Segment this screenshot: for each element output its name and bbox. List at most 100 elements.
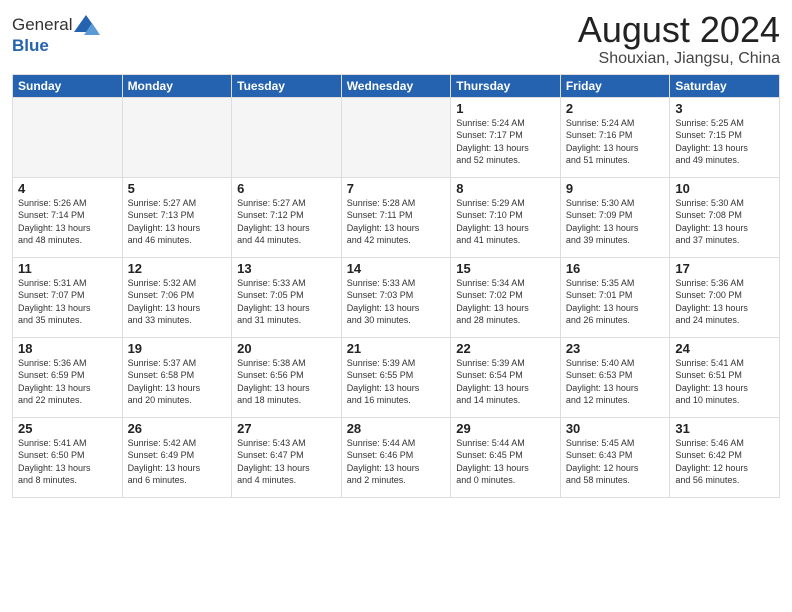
day-number: 11: [18, 261, 117, 276]
day-info: Sunrise: 5:44 AM Sunset: 6:46 PM Dayligh…: [347, 438, 420, 486]
day-number: 15: [456, 261, 555, 276]
day-info: Sunrise: 5:35 AM Sunset: 7:01 PM Dayligh…: [566, 278, 639, 326]
calendar-cell: 24 Sunrise: 5:41 AM Sunset: 6:51 PM Dayli…: [670, 337, 780, 417]
day-info: Sunrise: 5:44 AM Sunset: 6:45 PM Dayligh…: [456, 438, 529, 486]
day-info: Sunrise: 5:43 AM Sunset: 6:47 PM Dayligh…: [237, 438, 310, 486]
calendar-cell: [341, 97, 451, 177]
weekday-header-saturday: Saturday: [670, 74, 780, 97]
month-year: August 2024: [578, 10, 780, 50]
day-info: Sunrise: 5:28 AM Sunset: 7:11 PM Dayligh…: [347, 198, 420, 246]
weekday-header-sunday: Sunday: [13, 74, 123, 97]
calendar-cell: 19Sunrise: 5:37 AM Sunset: 6:58 PM Dayli…: [122, 337, 232, 417]
weekday-header-friday: Friday: [560, 74, 670, 97]
calendar-cell: 26 Sunrise: 5:42 AM Sunset: 6:49 PM Dayli…: [122, 417, 232, 497]
day-info: Sunrise: 5:41 AM Sunset: 6:51 PM Dayligh…: [675, 358, 748, 406]
day-number: 8: [456, 181, 555, 196]
day-info: Sunrise: 5:24 AM Sunset: 7:17 PM Dayligh…: [456, 118, 529, 166]
weekday-header-row: SundayMondayTuesdayWednesdayThursdayFrid…: [13, 74, 780, 97]
day-info: Sunrise: 5:40 AM Sunset: 6:53 PM Dayligh…: [566, 358, 639, 406]
day-number: 4: [18, 181, 117, 196]
day-number: 3: [675, 101, 774, 116]
calendar-cell: 8 Sunrise: 5:29 AM Sunset: 7:10 PM Daylig…: [451, 177, 561, 257]
calendar-cell: 2 Sunrise: 5:24 AM Sunset: 7:16 PM Daylig…: [560, 97, 670, 177]
weekday-header-monday: Monday: [122, 74, 232, 97]
day-info: Sunrise: 5:27 AM Sunset: 7:12 PM Dayligh…: [237, 198, 310, 246]
calendar-cell: 25 Sunrise: 5:41 AM Sunset: 6:50 PM Dayli…: [13, 417, 123, 497]
logo-icon: [72, 14, 100, 36]
day-number: 22: [456, 341, 555, 356]
day-number: 10: [675, 181, 774, 196]
day-info: Sunrise: 5:29 AM Sunset: 7:10 PM Dayligh…: [456, 198, 529, 246]
page-container: GeneralBlue August 2024 Shouxian, Jiangs…: [0, 0, 792, 504]
weekday-header-tuesday: Tuesday: [232, 74, 342, 97]
day-info: Sunrise: 5:26 AM Sunset: 7:14 PM Dayligh…: [18, 198, 91, 246]
calendar-week-5: 25 Sunrise: 5:41 AM Sunset: 6:50 PM Dayli…: [13, 417, 780, 497]
calendar-cell: 23 Sunrise: 5:40 AM Sunset: 6:53 PM Dayli…: [560, 337, 670, 417]
header: GeneralBlue August 2024 Shouxian, Jiangs…: [12, 10, 780, 68]
day-number: 24: [675, 341, 774, 356]
calendar-week-4: 18Sunrise: 5:36 AM Sunset: 6:59 PM Dayli…: [13, 337, 780, 417]
weekday-header-thursday: Thursday: [451, 74, 561, 97]
calendar-cell: 27 Sunrise: 5:43 AM Sunset: 6:47 PM Dayli…: [232, 417, 342, 497]
calendar-cell: 6 Sunrise: 5:27 AM Sunset: 7:12 PM Daylig…: [232, 177, 342, 257]
day-number: 26: [128, 421, 227, 436]
day-number: 28: [347, 421, 446, 436]
calendar-cell: 13 Sunrise: 5:33 AM Sunset: 7:05 PM Dayli…: [232, 257, 342, 337]
calendar-cell: 22Sunrise: 5:39 AM Sunset: 6:54 PM Dayli…: [451, 337, 561, 417]
day-info: Sunrise: 5:36 AM Sunset: 7:00 PM Dayligh…: [675, 278, 748, 326]
calendar-cell: 28 Sunrise: 5:44 AM Sunset: 6:46 PM Dayli…: [341, 417, 451, 497]
day-info: Sunrise: 5:34 AM Sunset: 7:02 PM Dayligh…: [456, 278, 529, 326]
day-number: 25: [18, 421, 117, 436]
day-number: 13: [237, 261, 336, 276]
day-info: Sunrise: 5:42 AM Sunset: 6:49 PM Dayligh…: [128, 438, 201, 486]
day-number: 2: [566, 101, 665, 116]
day-number: 14: [347, 261, 446, 276]
calendar-week-1: 1 Sunrise: 5:24 AM Sunset: 7:17 PM Daylig…: [13, 97, 780, 177]
calendar-cell: 14Sunrise: 5:33 AM Sunset: 7:03 PM Dayli…: [341, 257, 451, 337]
day-number: 9: [566, 181, 665, 196]
day-number: 20: [237, 341, 336, 356]
calendar-cell: 4 Sunrise: 5:26 AM Sunset: 7:14 PM Daylig…: [13, 177, 123, 257]
day-info: Sunrise: 5:41 AM Sunset: 6:50 PM Dayligh…: [18, 438, 91, 486]
calendar-cell: 12Sunrise: 5:32 AM Sunset: 7:06 PM Dayli…: [122, 257, 232, 337]
day-number: 30: [566, 421, 665, 436]
calendar-week-2: 4 Sunrise: 5:26 AM Sunset: 7:14 PM Daylig…: [13, 177, 780, 257]
day-number: 1: [456, 101, 555, 116]
day-number: 29: [456, 421, 555, 436]
calendar-week-3: 11 Sunrise: 5:31 AM Sunset: 7:07 PM Dayli…: [13, 257, 780, 337]
day-number: 19: [128, 341, 227, 356]
calendar-cell: 17Sunrise: 5:36 AM Sunset: 7:00 PM Dayli…: [670, 257, 780, 337]
day-info: Sunrise: 5:30 AM Sunset: 7:09 PM Dayligh…: [566, 198, 639, 246]
calendar-cell: 16 Sunrise: 5:35 AM Sunset: 7:01 PM Dayli…: [560, 257, 670, 337]
day-number: 6: [237, 181, 336, 196]
day-number: 18: [18, 341, 117, 356]
day-info: Sunrise: 5:45 AM Sunset: 6:43 PM Dayligh…: [566, 438, 639, 486]
calendar-cell: 1 Sunrise: 5:24 AM Sunset: 7:17 PM Daylig…: [451, 97, 561, 177]
calendar-cell: 10 Sunrise: 5:30 AM Sunset: 7:08 PM Dayli…: [670, 177, 780, 257]
calendar-cell: 11 Sunrise: 5:31 AM Sunset: 7:07 PM Dayli…: [13, 257, 123, 337]
day-number: 23: [566, 341, 665, 356]
day-info: Sunrise: 5:31 AM Sunset: 7:07 PM Dayligh…: [18, 278, 91, 326]
logo-blue-text: Blue: [12, 36, 49, 56]
calendar-cell: 18Sunrise: 5:36 AM Sunset: 6:59 PM Dayli…: [13, 337, 123, 417]
calendar-cell: 29 Sunrise: 5:44 AM Sunset: 6:45 PM Dayli…: [451, 417, 561, 497]
calendar-cell: 31Sunrise: 5:46 AM Sunset: 6:42 PM Dayli…: [670, 417, 780, 497]
calendar-table: SundayMondayTuesdayWednesdayThursdayFrid…: [12, 74, 780, 498]
day-number: 12: [128, 261, 227, 276]
calendar-cell: 21Sunrise: 5:39 AM Sunset: 6:55 PM Dayli…: [341, 337, 451, 417]
day-number: 16: [566, 261, 665, 276]
location: Shouxian, Jiangsu, China: [578, 50, 780, 68]
day-info: Sunrise: 5:39 AM Sunset: 6:55 PM Dayligh…: [347, 358, 420, 406]
calendar-cell: [122, 97, 232, 177]
day-number: 31: [675, 421, 774, 436]
calendar-cell: 5Sunrise: 5:27 AM Sunset: 7:13 PM Daylig…: [122, 177, 232, 257]
day-info: Sunrise: 5:30 AM Sunset: 7:08 PM Dayligh…: [675, 198, 748, 246]
day-number: 27: [237, 421, 336, 436]
calendar-cell: 3Sunrise: 5:25 AM Sunset: 7:15 PM Daylig…: [670, 97, 780, 177]
day-info: Sunrise: 5:24 AM Sunset: 7:16 PM Dayligh…: [566, 118, 639, 166]
logo-general-text: General: [12, 15, 72, 35]
weekday-header-wednesday: Wednesday: [341, 74, 451, 97]
calendar-cell: [232, 97, 342, 177]
calendar-cell: [13, 97, 123, 177]
day-info: Sunrise: 5:33 AM Sunset: 7:05 PM Dayligh…: [237, 278, 310, 326]
